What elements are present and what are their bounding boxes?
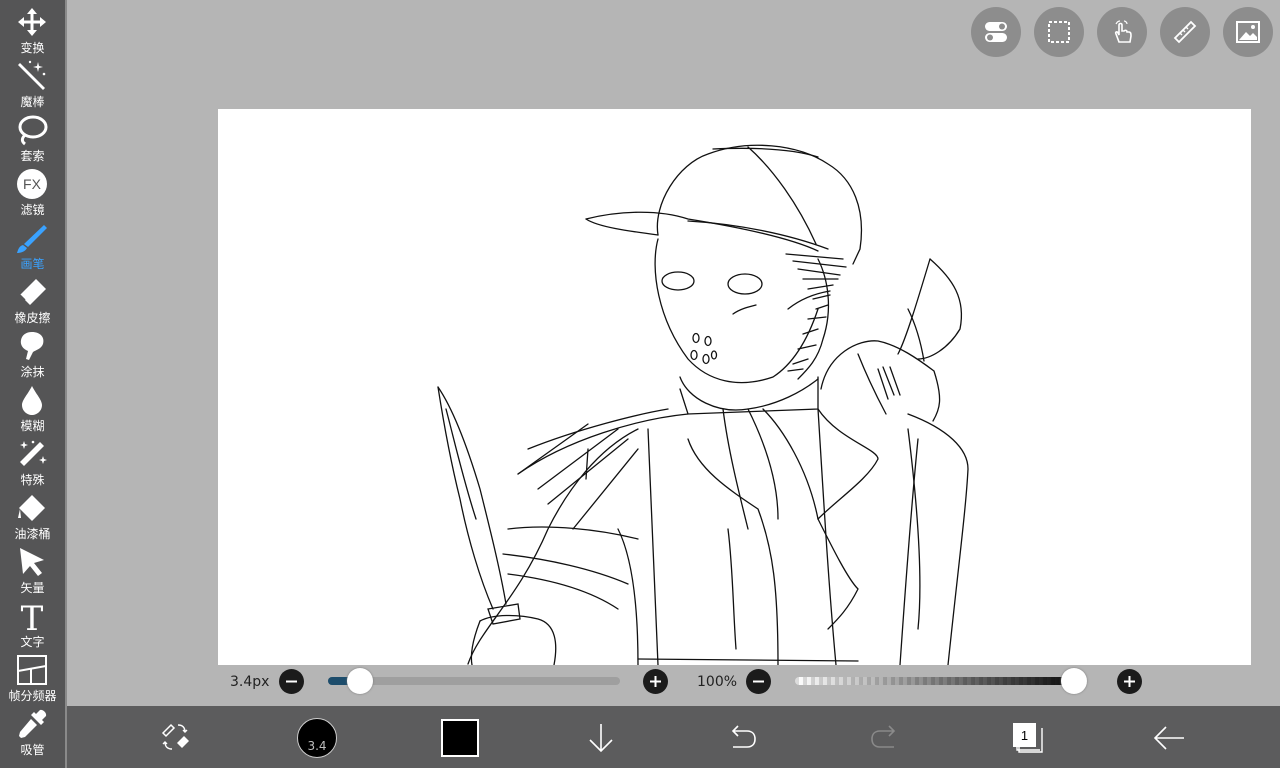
brush-size-thumb[interactable] — [347, 668, 374, 694]
save-button[interactable] — [584, 706, 618, 768]
tool-label: 模糊 — [20, 419, 45, 433]
tool-text[interactable]: T 文字 — [0, 598, 65, 652]
tool-vector[interactable]: 矢量 — [0, 544, 65, 598]
tool-sidebar: 变换 魔棒 套索 FX 滤镜 画笔 橡皮擦 涂抹 模糊 特殊 油漆桶 矢量 T … — [0, 0, 65, 768]
tool-lasso[interactable]: 套索 — [0, 112, 65, 166]
tool-paint-bucket[interactable]: 油漆桶 — [0, 490, 65, 544]
tool-label: 画笔 — [20, 257, 45, 271]
brush-size-slider[interactable] — [328, 668, 620, 694]
minus-icon — [286, 680, 297, 683]
tool-label: 矢量 — [20, 581, 45, 595]
color-swatch-button[interactable] — [441, 719, 479, 757]
opacity-slider[interactable] — [795, 668, 1087, 694]
layers-icon: 1 — [1013, 723, 1043, 753]
layer-count: 1 — [1021, 728, 1028, 743]
download-arrow-icon — [589, 724, 613, 753]
eyedropper-icon — [19, 709, 47, 738]
back-button[interactable] — [1151, 706, 1187, 768]
tool-label: 滤镜 — [20, 203, 45, 217]
back-arrow-icon — [1153, 726, 1184, 750]
bottom-toolbar: 3.4 1 — [67, 706, 1280, 768]
hand-touch-icon — [1114, 20, 1132, 43]
plus-icon — [650, 676, 661, 687]
tool-label: 套索 — [20, 149, 45, 163]
selection-button[interactable] — [1034, 7, 1084, 57]
selection-marquee-icon — [1048, 21, 1070, 43]
opacity-increase-button[interactable] — [1117, 669, 1142, 694]
redo-button[interactable] — [868, 706, 902, 768]
magic-wand-icon — [18, 60, 46, 90]
tool-filter[interactable]: FX 滤镜 — [0, 166, 65, 220]
tool-label: 橡皮擦 — [14, 311, 51, 325]
special-wand-icon — [20, 440, 47, 466]
brush-size-value: 3.4px — [230, 674, 270, 690]
brush-size-text: 3.4 — [307, 739, 327, 753]
plus-icon — [1124, 676, 1135, 687]
blur-drop-icon — [22, 386, 42, 415]
opacity-thumb[interactable] — [1061, 668, 1087, 694]
eraser-icon — [19, 279, 46, 305]
tool-label: 油漆桶 — [14, 527, 51, 541]
smudge-icon — [20, 332, 44, 360]
paint-bucket-icon — [18, 495, 45, 521]
tool-smudge[interactable]: 涂抹 — [0, 328, 65, 382]
reference-image-button[interactable] — [1223, 7, 1273, 57]
image-icon — [1236, 21, 1260, 43]
text-t-icon: T — [21, 600, 44, 632]
brush-size-button[interactable]: 3.4 — [297, 718, 337, 758]
minus-icon — [753, 680, 764, 683]
tool-transform[interactable]: 变换 — [0, 4, 65, 58]
undo-icon — [731, 725, 756, 748]
ruler-button[interactable] — [1160, 7, 1210, 57]
tool-label: 涂抹 — [20, 365, 45, 379]
sidebar-divider — [65, 0, 67, 768]
tool-eyedropper[interactable]: 吸管 — [0, 706, 65, 760]
text-tool-glyph: T — [21, 600, 44, 632]
frame-divider-icon — [17, 655, 47, 685]
tool-brush[interactable]: 画笔 — [0, 220, 65, 274]
toggle-switch-icon — [985, 22, 1007, 42]
brush-size-decrease-button[interactable] — [279, 669, 304, 694]
brush-size-increase-button[interactable] — [643, 669, 668, 694]
swap-tool-button[interactable] — [157, 706, 193, 768]
brush-slider-bar: 3.4px 100% — [218, 665, 1251, 705]
tool-eraser[interactable]: 橡皮擦 — [0, 274, 65, 328]
tool-label: 特殊 — [20, 473, 45, 487]
tool-label: 吸管 — [20, 743, 45, 757]
ruler-icon — [1173, 20, 1197, 44]
tool-label: 帧分频器 — [8, 689, 57, 703]
opacity-decrease-button[interactable] — [746, 669, 771, 694]
lasso-icon — [18, 115, 48, 146]
undo-button[interactable] — [725, 706, 759, 768]
touch-button[interactable] — [1097, 7, 1147, 57]
tool-frame-divider[interactable]: 帧分频器 — [0, 652, 65, 706]
tool-blur[interactable]: 模糊 — [0, 382, 65, 436]
move-arrows-icon — [18, 8, 46, 36]
drawing-canvas[interactable] — [218, 109, 1251, 665]
vector-arrow-icon — [20, 548, 44, 576]
layers-button[interactable]: 1 — [1009, 706, 1045, 768]
sketch-drawing — [437, 144, 969, 665]
tool-label: 文字 — [20, 635, 45, 649]
swap-tool-icon — [161, 723, 189, 750]
brush-icon — [17, 225, 47, 253]
opacity-value: 100% — [697, 674, 738, 690]
tool-label: 魔棒 — [20, 95, 45, 109]
tool-label: 变换 — [20, 41, 45, 55]
tool-magic-wand[interactable]: 魔棒 — [0, 58, 65, 112]
fx-icon: FX — [17, 169, 47, 199]
tool-special[interactable]: 特殊 — [0, 436, 65, 490]
fx-text: FX — [23, 176, 42, 192]
redo-icon — [871, 725, 896, 748]
toggle-button[interactable] — [971, 7, 1021, 57]
